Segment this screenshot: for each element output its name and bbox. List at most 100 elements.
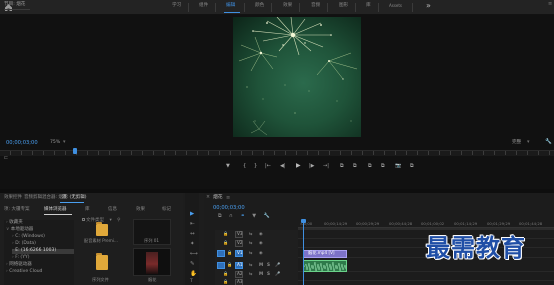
tab-learning[interactable]: 学习 xyxy=(172,3,181,9)
selection-tool-icon[interactable]: ▶ xyxy=(190,211,194,218)
sync-lock-icon[interactable]: ⇆ xyxy=(249,240,253,245)
lift-button[interactable]: ⧉ xyxy=(340,164,344,169)
mute-toggle[interactable]: M xyxy=(259,262,263,267)
comparison-view-button[interactable]: ⧉ xyxy=(410,164,414,169)
tree-item-local-drives[interactable]: ∨ 本地驱动器 xyxy=(6,227,33,233)
chevron-icon[interactable]: › xyxy=(12,234,14,239)
tab-effects[interactable]: 效果 xyxy=(136,207,145,213)
play-button[interactable]: ▶ xyxy=(296,163,301,169)
mute-toggle[interactable]: M xyxy=(259,271,263,276)
work-area-bar[interactable] xyxy=(298,228,554,230)
razor-tool-icon[interactable]: ✦ xyxy=(190,241,195,248)
settings-wrench-icon[interactable]: 🔧 xyxy=(545,139,552,146)
tab-graphics[interactable]: 图形 xyxy=(339,3,348,9)
panel-menu-icon[interactable]: ≡ xyxy=(548,2,552,7)
add-marker-button[interactable]: ▼ xyxy=(226,164,230,169)
chevron-icon[interactable]: › xyxy=(12,241,14,246)
ripple-edit-tool-icon[interactable]: ↔ xyxy=(190,231,195,238)
lock-icon[interactable]: 🔒 xyxy=(223,231,228,236)
hand-tool-icon[interactable]: ✋ xyxy=(190,271,197,278)
tab-info[interactable]: 信息 xyxy=(108,207,117,213)
camera-icon[interactable]: 📷 xyxy=(395,164,401,169)
type-tool-icon[interactable]: T xyxy=(190,279,193,285)
eye-icon[interactable]: ◉ xyxy=(259,250,263,255)
nest-icon[interactable]: ⧉ xyxy=(218,213,222,219)
checkbox-icon[interactable] xyxy=(82,218,85,221)
resolution-select[interactable]: 完整 xyxy=(512,140,521,146)
timeline-playhead[interactable] xyxy=(303,220,304,285)
go-to-out-button[interactable]: →| xyxy=(323,164,329,169)
tree-item-creative-cloud[interactable]: › Creative Cloud xyxy=(6,269,42,275)
overwrite-button[interactable]: ⧉ xyxy=(381,164,385,169)
tab-libraries[interactable]: 库 xyxy=(85,207,90,213)
video-preview[interactable] xyxy=(233,17,361,137)
tab-libraries[interactable]: 库 xyxy=(366,3,371,9)
mark-in-button[interactable]: { xyxy=(243,164,246,169)
solo-toggle[interactable]: S xyxy=(267,262,270,267)
monitor-playhead[interactable] xyxy=(73,148,77,154)
media-item-folder[interactable] xyxy=(96,222,108,236)
tab-audio-mixer[interactable]: 音频剪辑混合器: 烟花 xyxy=(24,195,67,201)
tree-item-network-drives[interactable]: › 网络驱动器 xyxy=(6,262,32,268)
source-patch-toggle[interactable] xyxy=(217,250,225,257)
wrench-icon[interactable]: 🔧 xyxy=(264,213,270,219)
audio-clip[interactable] xyxy=(303,260,347,272)
step-forward-button[interactable]: |▶ xyxy=(309,164,315,169)
slip-tool-icon[interactable]: ⟷ xyxy=(190,251,198,258)
track-lane-a2[interactable] xyxy=(298,273,554,281)
sync-lock-icon[interactable]: ⇆ xyxy=(249,271,253,276)
tab-project[interactable]: 项: 大疆专案 xyxy=(4,207,29,213)
tab-media-browser[interactable]: 媒体浏览器 xyxy=(44,207,67,213)
chevron-icon[interactable]: › xyxy=(6,269,8,274)
tab-markers[interactable]: 标记 xyxy=(162,207,171,213)
filter-icon[interactable]: ▾ xyxy=(109,218,111,223)
microphone-icon[interactable]: 🎤 xyxy=(275,271,280,276)
zoom-level-select[interactable]: 75% xyxy=(50,140,60,146)
lock-icon[interactable]: 🔒 xyxy=(223,279,228,284)
close-icon[interactable]: × xyxy=(206,195,210,201)
tab-color[interactable]: 颜色 xyxy=(255,3,264,9)
microphone-icon[interactable]: 🎤 xyxy=(275,262,280,267)
chevron-icon[interactable]: › xyxy=(12,248,14,253)
tree-item-drive-d[interactable]: › D: (Data) xyxy=(12,241,36,247)
tree-item-drive-e[interactable]: › E: (16:6266 1003) xyxy=(12,248,74,254)
program-monitor-title[interactable]: 节目: 烟花 xyxy=(4,2,25,8)
lock-icon[interactable]: 🔒 xyxy=(227,250,232,255)
more-workspaces-button[interactable]: » xyxy=(426,2,431,10)
sequence-tab[interactable]: 烟花 xyxy=(213,195,223,201)
tab-audio[interactable]: 音频 xyxy=(311,3,320,9)
tab-source-monitor[interactable]: 源: (无剪辑) xyxy=(62,195,86,201)
track-select-tool-icon[interactable]: ⇤ xyxy=(190,221,195,228)
tab-effect-controls[interactable]: 效果控件 xyxy=(4,195,22,201)
tab-editing[interactable]: 编辑 xyxy=(226,3,235,9)
tree-item-drive-c[interactable]: › C: (Windows) xyxy=(12,234,45,240)
extract-button[interactable]: ⧉ xyxy=(353,164,357,169)
playhead-handle[interactable] xyxy=(301,219,306,223)
chevron-icon[interactable]: › xyxy=(6,262,8,267)
funnel-icon[interactable]: ⚲ xyxy=(117,218,120,223)
chevron-down-icon[interactable]: ▾ xyxy=(63,140,66,145)
media-item-folder[interactable] xyxy=(96,253,108,270)
tab-effects[interactable]: 效果 xyxy=(283,3,292,9)
sync-lock-icon[interactable]: ⇆ xyxy=(249,262,253,267)
insert-button[interactable]: ⧉ xyxy=(368,164,372,169)
lock-icon[interactable]: 🔒 xyxy=(223,240,228,245)
step-back-button[interactable]: ◀| xyxy=(280,164,286,169)
eye-icon[interactable]: ◉ xyxy=(259,231,263,236)
linked-selection-icon[interactable]: ⚭ xyxy=(240,213,244,219)
chevron-icon[interactable]: ∨ xyxy=(6,227,9,232)
panel-menu-icon[interactable]: ≡ xyxy=(226,196,230,201)
chevron-icon[interactable]: › xyxy=(12,255,14,260)
lock-icon[interactable]: 🔒 xyxy=(223,271,228,276)
chevron-icon[interactable]: › xyxy=(6,220,8,225)
tree-item-drive-f[interactable]: › F: (YY) xyxy=(12,255,29,261)
tab-assets[interactable]: Assets xyxy=(389,4,402,8)
eye-icon[interactable]: ◉ xyxy=(259,240,263,245)
timeline-timecode[interactable]: 00;00;03;00 xyxy=(213,205,245,211)
tab-assembly[interactable]: 组件 xyxy=(199,3,208,9)
chevron-down-icon[interactable]: ▾ xyxy=(527,140,530,145)
snap-icon[interactable]: ∩ xyxy=(229,213,233,219)
media-item-thumbnail[interactable] xyxy=(133,248,171,276)
source-patch-toggle[interactable] xyxy=(217,262,225,269)
tree-item-favorites[interactable]: › 收藏夹 xyxy=(6,220,23,226)
